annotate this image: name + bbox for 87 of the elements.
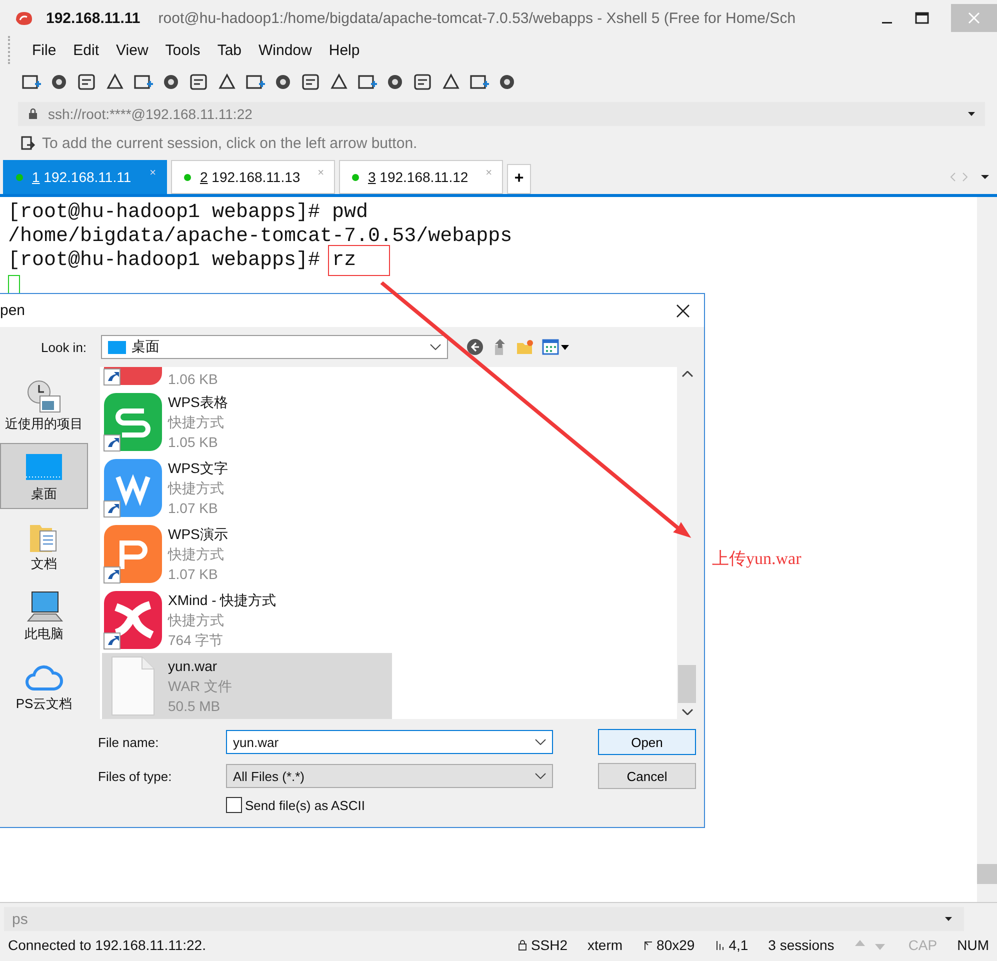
menu-item[interactable]: View [116,42,148,58]
menu-item[interactable]: Window [258,42,312,58]
toolbar-icon[interactable] [300,72,322,92]
checkbox-label: Send file(s) as ASCII [245,798,365,812]
lock-icon [518,940,527,950]
app-icon [102,523,164,585]
scroll-thumb[interactable] [977,864,997,884]
status-item: 4,1 [714,937,748,953]
app-logo-icon [14,10,34,26]
checkbox[interactable] [226,797,242,813]
toolbar-icon[interactable] [356,72,378,92]
dropdown-arrow-icon [945,917,952,921]
dropdown-arrow-icon [968,112,975,116]
scroll-down-icon[interactable] [682,709,692,715]
toolbar-icon[interactable] [468,72,490,92]
menu-item[interactable]: File [32,42,56,58]
desktop-entry[interactable]: WPS文字 快捷方式 1.07 KB [102,455,392,521]
file-type-label: Files of type: [98,768,173,784]
file-name-label: File name: [98,734,160,750]
toolbar-icon[interactable] [328,72,350,92]
look-in-dropdown[interactable]: 桌面 [100,335,448,359]
session-tab[interactable]: 2 192.168.11.13 × [171,160,335,194]
window-title: root@hu-hadoop1:/home/bigdata/apache-tomcat-7.0.53/webapps - Xshell 5 (Free for Home/Sch [158,10,797,26]
place-item[interactable]: 桌面 [0,442,88,510]
toolbar-icon[interactable] [132,72,154,92]
arrow-icon[interactable] [20,135,36,151]
scroll-thumb[interactable] [678,665,696,703]
info-text: To add the current session, click on the left arrow button. [42,134,418,152]
toolbar-icon[interactable] [20,72,42,92]
app-icon [102,589,164,651]
open-button[interactable]: Open [598,729,696,755]
file-list[interactable]: 1.06 KB WPS表格 快捷方式 1.05 KB WPS文字 快捷方式 1.07 KB WPS演示 快捷方式 1.07 KB XMind - 快捷方式 快捷方式 764 字节 yun.war WAR 文件 50.5 MB [100,367,697,719]
toolbar-icon[interactable] [216,72,238,92]
file-type-dropdown[interactable]: All Files (*.*) [226,764,553,788]
status-item: 80x29 [642,937,695,953]
toolbar-icon[interactable] [440,72,462,92]
status-item: 3 sessions [768,937,834,953]
address-field[interactable]: ssh://root:****@192.168.11.11:22 [18,102,985,126]
view-menu-icon[interactable] [542,339,570,355]
new-tab-button[interactable]: + [507,164,531,194]
close-icon [968,12,980,24]
maximize-icon[interactable] [915,12,929,24]
place-item[interactable]: 此电脑 [0,583,88,650]
menu-item[interactable]: Edit [73,42,100,58]
terminal-area[interactable] [0,197,997,903]
menu-item[interactable]: Tools [165,42,200,58]
scroll-up-icon[interactable] [682,371,692,377]
key-indicator: NUM [957,937,989,953]
resize-icon [642,940,653,950]
desktop-icon [108,340,126,354]
app-icon [102,391,164,453]
desktop-entry[interactable]: WPS演示 快捷方式 1.07 KB [102,521,392,587]
session-tab[interactable]: 1 192.168.11.11 × [3,160,167,194]
menu-item[interactable]: Help [328,42,360,58]
terminal-line: /home/bigdata/apache-tomcat-7.0.53/webapps [8,225,514,249]
back-icon[interactable] [466,338,484,356]
place-item[interactable]: 文档 [0,513,88,580]
tab-scroll-icon[interactable] [949,171,989,183]
terminal-line: [root@hu-hadoop1 webapps]# pwd [8,201,370,225]
scrollbar[interactable] [977,197,997,902]
cancel-button[interactable]: Cancel [598,763,696,789]
position-icon [714,940,725,950]
status-item: xterm [588,937,623,953]
window-host: 192.168.11.11 [46,10,140,26]
app-icon [102,457,164,519]
session-tab[interactable]: 3 192.168.11.12 × [339,160,503,194]
toolbar-icon[interactable] [76,72,98,92]
desktop-entry[interactable]: XMind - 快捷方式 快捷方式 764 字节 [102,587,392,653]
place-item[interactable]: 近使用的项目 [0,373,88,439]
status-item: SSH2 [518,937,568,953]
annotation-text: 上传yun.war [712,548,802,570]
new-folder-icon[interactable] [516,339,534,355]
menu-item[interactable]: Tab [217,42,242,58]
status-message: Connected to 192.168.11.11:22. [8,937,207,953]
toolbar-icon[interactable] [412,72,434,92]
place-item[interactable]: PS云文档 [0,653,88,720]
lock-icon [28,108,38,120]
dialog-title: pen [0,302,26,319]
toolbar-icon[interactable] [104,72,126,92]
toolbar-icon[interactable] [188,72,210,92]
desktop-entry[interactable]: WPS表格 快捷方式 1.05 KB [102,389,392,455]
look-in-label: Look in: [41,340,87,354]
desktop-entry[interactable]: yun.war WAR 文件 50.5 MB [102,653,392,719]
close-icon[interactable] [676,304,690,318]
file-name-field[interactable]: yun.war [226,730,553,754]
key-indicator: CAP [908,937,938,953]
toolbar-icon[interactable] [244,72,266,92]
